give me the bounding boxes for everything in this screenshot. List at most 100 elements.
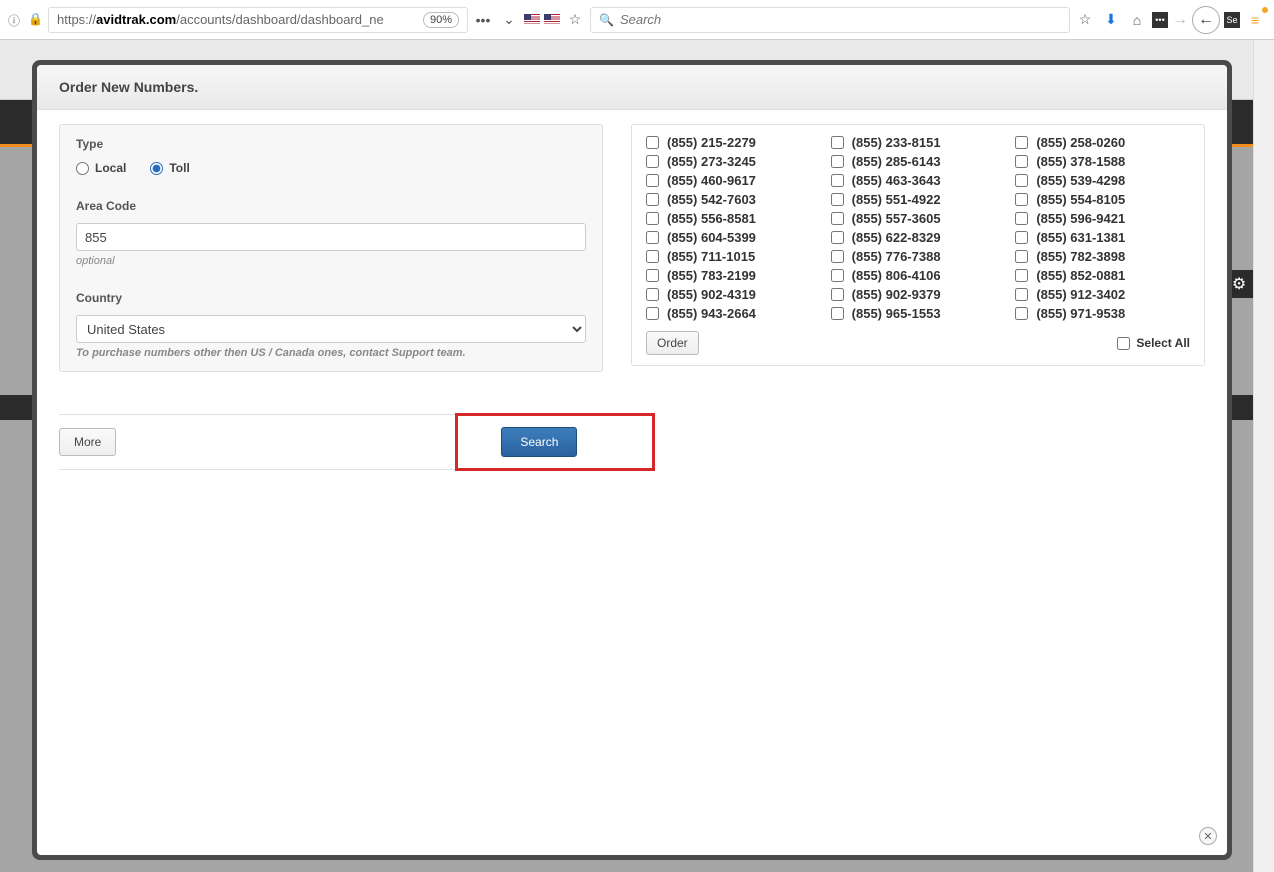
- number-grid: (855) 215-2279 (855) 233-8151 (855) 258-02…: [646, 135, 1190, 321]
- back-button[interactable]: ←: [1192, 6, 1220, 34]
- close-button[interactable]: ✕: [1199, 827, 1217, 845]
- area-code-hint: optional: [76, 255, 586, 267]
- download-icon[interactable]: ⬇: [1100, 9, 1122, 31]
- order-button[interactable]: Order: [646, 331, 699, 355]
- lock-icon: 🔒: [28, 12, 44, 28]
- type-label: Type: [60, 125, 602, 157]
- number-checkbox[interactable]: (855) 258-0260: [1015, 135, 1190, 150]
- zoom-badge[interactable]: 90%: [423, 12, 459, 28]
- select-all-checkbox[interactable]: Select All: [1117, 336, 1190, 350]
- number-checkbox[interactable]: (855) 622-8329: [831, 230, 1006, 245]
- vertical-scrollbar[interactable]: [1253, 40, 1274, 872]
- number-label: (855) 631-1381: [1036, 230, 1125, 245]
- number-label: (855) 711-1015: [667, 249, 755, 264]
- number-checkbox[interactable]: (855) 554-8105: [1015, 192, 1190, 207]
- number-checkbox[interactable]: (855) 273-3245: [646, 154, 821, 169]
- info-icon[interactable]: ⓘ: [8, 12, 24, 28]
- number-checkbox[interactable]: (855) 557-3605: [831, 211, 1006, 226]
- number-label: (855) 463-3643: [852, 173, 941, 188]
- number-checkbox[interactable]: (855) 806-4106: [831, 268, 1006, 283]
- select-all-label: Select All: [1136, 336, 1190, 350]
- extension-icon[interactable]: •••: [1152, 12, 1168, 28]
- number-checkbox[interactable]: (855) 233-8151: [831, 135, 1006, 150]
- number-label: (855) 782-3898: [1036, 249, 1125, 264]
- number-checkbox[interactable]: (855) 783-2199: [646, 268, 821, 283]
- url-text: https://avidtrak.com/accounts/dashboard/…: [57, 12, 423, 27]
- number-checkbox[interactable]: (855) 556-8581: [646, 211, 821, 226]
- selenium-icon[interactable]: Se: [1224, 12, 1240, 28]
- number-checkbox[interactable]: (855) 776-7388: [831, 249, 1006, 264]
- number-label: (855) 557-3605: [852, 211, 941, 226]
- number-checkbox[interactable]: (855) 711-1015: [646, 249, 821, 264]
- number-checkbox[interactable]: (855) 463-3643: [831, 173, 1006, 188]
- url-bar[interactable]: https://avidtrak.com/accounts/dashboard/…: [48, 7, 468, 33]
- more-button[interactable]: More: [59, 428, 116, 456]
- star-icon[interactable]: ☆: [564, 9, 586, 31]
- number-label: (855) 604-5399: [667, 230, 756, 245]
- number-checkbox[interactable]: (855) 631-1381: [1015, 230, 1190, 245]
- modal-title: Order New Numbers.: [37, 65, 1227, 110]
- number-label: (855) 215-2279: [667, 135, 756, 150]
- number-checkbox[interactable]: (855) 378-1588: [1015, 154, 1190, 169]
- number-checkbox[interactable]: (855) 902-9379: [831, 287, 1006, 302]
- number-label: (855) 965-1553: [852, 306, 941, 321]
- number-label: (855) 233-8151: [852, 135, 941, 150]
- number-label: (855) 542-7603: [667, 192, 756, 207]
- number-checkbox[interactable]: (855) 460-9617: [646, 173, 821, 188]
- number-checkbox[interactable]: (855) 215-2279: [646, 135, 821, 150]
- number-label: (855) 556-8581: [667, 211, 756, 226]
- browser-chrome: ⓘ 🔒 https://avidtrak.com/accounts/dashbo…: [0, 0, 1274, 40]
- country-hint: To purchase numbers other then US / Cana…: [76, 347, 586, 359]
- number-label: (855) 943-2664: [667, 306, 756, 321]
- number-label: (855) 554-8105: [1036, 192, 1125, 207]
- number-checkbox[interactable]: (855) 912-3402: [1015, 287, 1190, 302]
- number-label: (855) 912-3402: [1036, 287, 1125, 302]
- flag-us-icon[interactable]: [524, 14, 540, 25]
- more-icon[interactable]: •••: [472, 9, 494, 31]
- number-label: (855) 971-9538: [1036, 306, 1125, 321]
- number-checkbox[interactable]: (855) 285-6143: [831, 154, 1006, 169]
- number-label: (855) 539-4298: [1036, 173, 1125, 188]
- number-checkbox[interactable]: (855) 542-7603: [646, 192, 821, 207]
- number-label: (855) 783-2199: [667, 268, 756, 283]
- number-label: (855) 258-0260: [1036, 135, 1125, 150]
- search-button[interactable]: Search: [501, 427, 577, 457]
- area-code-label: Area Code: [60, 187, 602, 219]
- number-checkbox[interactable]: (855) 539-4298: [1015, 173, 1190, 188]
- number-checkbox[interactable]: (855) 551-4922: [831, 192, 1006, 207]
- number-checkbox[interactable]: (855) 782-3898: [1015, 249, 1190, 264]
- number-label: (855) 622-8329: [852, 230, 941, 245]
- number-label: (855) 460-9617: [667, 173, 756, 188]
- number-label: (855) 852-0881: [1036, 268, 1125, 283]
- country-select[interactable]: United States: [76, 315, 586, 343]
- number-checkbox[interactable]: (855) 971-9538: [1015, 306, 1190, 321]
- search-bar[interactable]: 🔍: [590, 7, 1070, 33]
- number-checkbox[interactable]: (855) 604-5399: [646, 230, 821, 245]
- pocket-icon[interactable]: ⌄: [498, 9, 520, 31]
- area-code-input[interactable]: [76, 223, 586, 251]
- type-toll-radio[interactable]: Toll: [150, 161, 189, 175]
- modal-backdrop: Order New Numbers. Type Local Toll Area …: [32, 60, 1232, 860]
- number-checkbox[interactable]: (855) 902-4319: [646, 287, 821, 302]
- number-checkbox[interactable]: (855) 965-1553: [831, 306, 1006, 321]
- type-local-radio[interactable]: Local: [76, 161, 126, 175]
- number-checkbox[interactable]: (855) 596-9421: [1015, 211, 1190, 226]
- country-label: Country: [60, 279, 602, 311]
- flag-us-icon[interactable]: [544, 14, 560, 25]
- bookmark-star-icon[interactable]: ☆: [1074, 9, 1096, 31]
- search-input[interactable]: [620, 12, 1061, 27]
- type-local-label: Local: [95, 161, 126, 175]
- number-label: (855) 273-3245: [667, 154, 756, 169]
- menu-icon[interactable]: ≡: [1244, 9, 1266, 31]
- number-checkbox[interactable]: (855) 852-0881: [1015, 268, 1190, 283]
- number-label: (855) 902-9379: [852, 287, 941, 302]
- number-label: (855) 596-9421: [1036, 211, 1125, 226]
- number-label: (855) 551-4922: [852, 192, 941, 207]
- action-row: More Search: [59, 414, 603, 470]
- number-label: (855) 285-6143: [852, 154, 941, 169]
- home-icon[interactable]: ⌂: [1126, 9, 1148, 31]
- results-panel: (855) 215-2279 (855) 233-8151 (855) 258-02…: [631, 124, 1205, 366]
- number-label: (855) 378-1588: [1036, 154, 1125, 169]
- number-checkbox[interactable]: (855) 943-2664: [646, 306, 821, 321]
- number-label: (855) 902-4319: [667, 287, 756, 302]
